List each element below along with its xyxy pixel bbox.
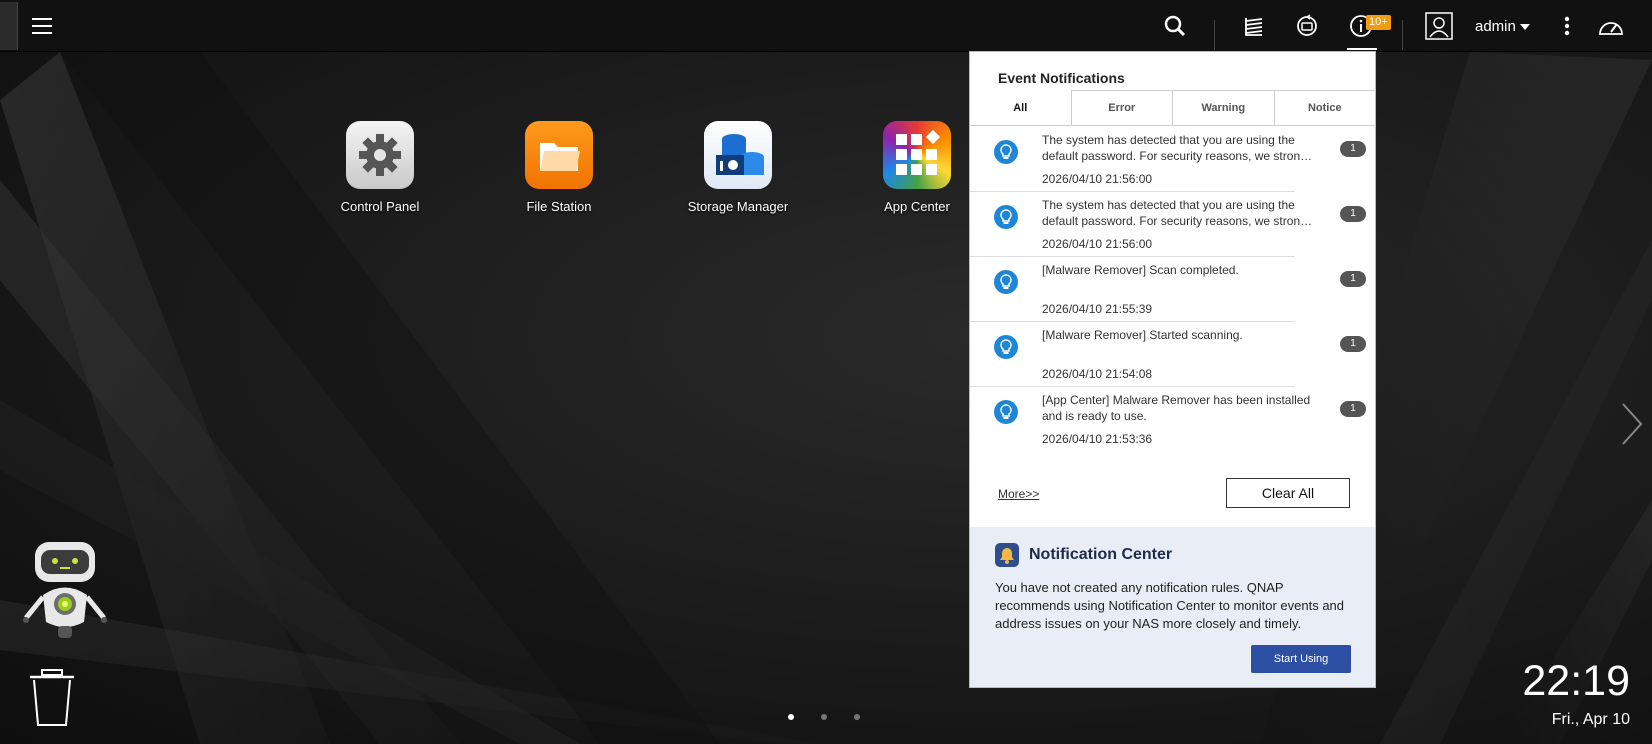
background-tasks-button[interactable] xyxy=(1241,8,1267,44)
notification-time: 2026/04/10 21:53:36 xyxy=(1042,432,1153,446)
grid-apps-icon xyxy=(883,121,951,189)
kebab-menu-icon xyxy=(1564,16,1570,36)
tab-error[interactable]: Error xyxy=(1070,90,1172,125)
event-notifications-panel: Event Notifications All Error Warning No… xyxy=(969,51,1376,688)
user-avatar-button[interactable] xyxy=(1425,8,1453,44)
notification-count: 1 xyxy=(1340,401,1366,417)
tab-notice[interactable]: Notice xyxy=(1273,90,1375,125)
lightbulb-icon xyxy=(994,140,1018,164)
gear-icon xyxy=(346,121,414,189)
app-label: Storage Manager xyxy=(687,199,789,214)
lightbulb-icon xyxy=(994,335,1018,359)
clear-all-button[interactable]: Clear All xyxy=(1226,478,1350,508)
topbar-separator xyxy=(1402,20,1403,50)
chevron-right-icon[interactable] xyxy=(1620,400,1644,448)
recycle-bin-icon[interactable] xyxy=(28,668,76,728)
notification-message: [Malware Remover] Scan completed. xyxy=(1042,263,1239,277)
notification-message: [App Center] Malware Remover has been in… xyxy=(1042,393,1311,423)
notification-time: 2026/04/10 21:56:00 xyxy=(1042,237,1153,251)
lightbulb-icon xyxy=(994,400,1018,424)
notification-message: The system has detected that you are usi… xyxy=(1042,198,1317,228)
notification-count: 1 xyxy=(1340,141,1366,157)
notification-item[interactable]: The system has detected that you are usi… xyxy=(970,192,1366,257)
app-file-station[interactable]: File Station xyxy=(484,121,634,214)
notification-count: 1 xyxy=(1340,271,1366,287)
storage-icon xyxy=(704,121,772,189)
panel-title: Event Notifications xyxy=(998,70,1125,86)
notification-message: [Malware Remover] Started scanning. xyxy=(1042,328,1243,342)
notification-list: The system has detected that you are usi… xyxy=(970,127,1375,452)
tab-warning[interactable]: Warning xyxy=(1172,90,1274,125)
search-icon xyxy=(1164,15,1186,37)
bell-icon xyxy=(995,543,1019,567)
notification-tabs: All Error Warning Notice xyxy=(970,90,1375,126)
lightbulb-icon xyxy=(994,270,1018,294)
notification-count-badge: 10+ xyxy=(1366,15,1391,30)
notification-center-description: You have not created any notification ru… xyxy=(995,580,1345,631)
notification-count: 1 xyxy=(1340,206,1366,222)
hamburger-icon xyxy=(32,18,52,34)
desktop-pager xyxy=(788,714,860,720)
desktop-wallpaper xyxy=(0,0,1652,744)
tab-all[interactable]: All xyxy=(970,90,1071,125)
topbar-separator xyxy=(1214,20,1215,50)
notification-time: 2026/04/10 21:54:08 xyxy=(1042,367,1153,381)
clock-time: 22:19 xyxy=(1522,657,1630,705)
search-button[interactable] xyxy=(1162,8,1188,44)
topbar-left-edge xyxy=(0,2,18,50)
notification-time: 2026/04/10 21:56:00 xyxy=(1042,172,1153,186)
gauge-icon xyxy=(1599,22,1623,35)
notification-center-title: Notification Center xyxy=(1029,546,1173,563)
more-link[interactable]: More>> xyxy=(998,487,1039,501)
app-control-panel[interactable]: Control Panel xyxy=(305,121,455,214)
user-menu-label[interactable]: admin xyxy=(1475,18,1516,35)
start-using-button[interactable]: Start Using xyxy=(1251,645,1351,673)
helpdesk-robot-icon[interactable] xyxy=(22,540,108,640)
page-dot[interactable] xyxy=(854,714,860,720)
stack-icon xyxy=(1245,18,1263,36)
notification-item[interactable]: The system has detected that you are usi… xyxy=(970,127,1366,192)
top-bar: 10+ admin xyxy=(0,0,1652,52)
notification-count: 1 xyxy=(1340,336,1366,352)
app-label: File Station xyxy=(526,199,592,214)
notification-time: 2026/04/10 21:55:39 xyxy=(1042,302,1153,316)
page-dot[interactable] xyxy=(788,714,794,720)
main-menu-button[interactable] xyxy=(30,8,54,44)
folder-icon xyxy=(525,121,593,189)
sync-icon xyxy=(1297,14,1317,36)
user-icon xyxy=(1425,12,1453,40)
more-options-button[interactable] xyxy=(1560,8,1574,44)
active-indicator xyxy=(1347,48,1377,50)
app-storage-manager[interactable]: Storage Manager xyxy=(663,121,813,214)
page-dot[interactable] xyxy=(821,714,827,720)
lightbulb-icon xyxy=(994,205,1018,229)
notification-item[interactable]: [Malware Remover] Scan completed. 2026/0… xyxy=(970,257,1366,322)
notification-item[interactable]: [App Center] Malware Remover has been in… xyxy=(970,387,1366,452)
notification-item[interactable]: [Malware Remover] Started scanning. 2026… xyxy=(970,322,1366,387)
notification-message: The system has detected that you are usi… xyxy=(1042,133,1317,163)
app-label: Control Panel xyxy=(340,199,420,214)
chevron-down-icon xyxy=(1520,24,1530,30)
external-device-button[interactable] xyxy=(1294,8,1320,44)
dashboard-button[interactable] xyxy=(1596,8,1626,44)
clock-date: Fri., Apr 10 xyxy=(1551,711,1630,728)
notification-center-promo: Notification Center You have not created… xyxy=(970,527,1375,687)
